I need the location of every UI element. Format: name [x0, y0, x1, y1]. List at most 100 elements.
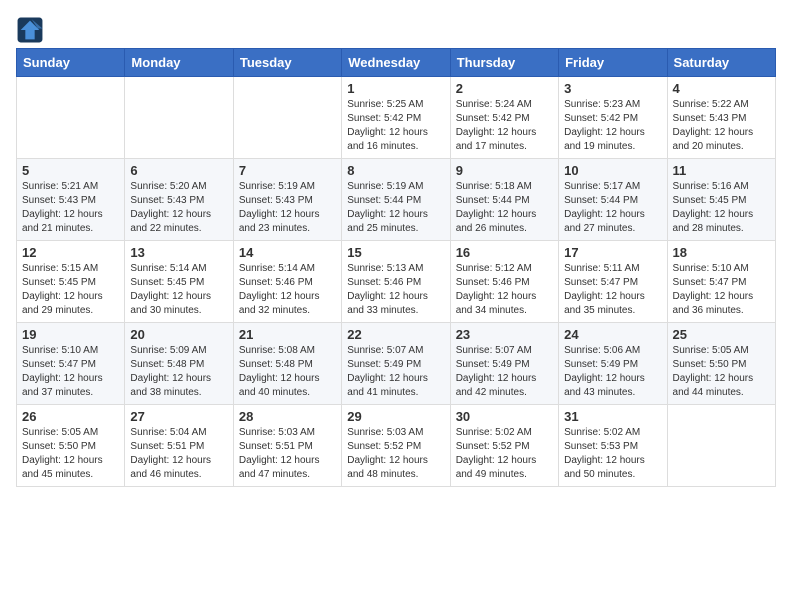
calendar-cell: 31 Sunrise: 5:02 AM Sunset: 5:53 PM Dayli… — [559, 405, 667, 487]
day-number: 29 — [347, 409, 444, 424]
day-info: Sunrise: 5:02 AM Sunset: 5:52 PM Dayligh… — [456, 426, 553, 482]
calendar-cell — [233, 77, 341, 159]
calendar-cell: 30Sunrise: 5:02 AM Sunset: 5:52 PM Dayli… — [450, 405, 558, 487]
day-info: Sunrise: 5:05 AM Sunset: 5:50 PM Dayligh… — [673, 344, 770, 400]
weekday-header-friday: Friday — [559, 49, 667, 77]
calendar-cell: 4 Sunrise: 5:22 AM Sunset: 5:43 PM Daylig… — [667, 77, 775, 159]
calendar-body: 1 Sunrise: 5:25 AM Sunset: 5:42 PM Daylig… — [17, 77, 776, 487]
calendar-cell: 25 Sunrise: 5:05 AM Sunset: 5:50 PM Dayli… — [667, 323, 775, 405]
day-number: 25 — [673, 327, 770, 342]
weekday-row: SundayMondayTuesdayWednesdayThursdayFrid… — [17, 49, 776, 77]
calendar-cell — [17, 77, 125, 159]
calendar-table: SundayMondayTuesdayWednesdayThursdayFrid… — [16, 48, 776, 487]
day-info: Sunrise: 5:06 AM Sunset: 5:49 PM Dayligh… — [564, 344, 661, 400]
calendar-cell: 26 Sunrise: 5:05 AM Sunset: 5:50 PM Dayli… — [17, 405, 125, 487]
day-info: Sunrise: 5:13 AM Sunset: 5:46 PM Dayligh… — [347, 262, 444, 318]
day-info: Sunrise: 5:19 AM Sunset: 5:43 PM Dayligh… — [239, 180, 336, 236]
calendar-cell: 19 Sunrise: 5:10 AM Sunset: 5:47 PM Dayli… — [17, 323, 125, 405]
day-number: 5 — [22, 163, 119, 178]
calendar-cell: 9 Sunrise: 5:18 AM Sunset: 5:44 PM Daylig… — [450, 159, 558, 241]
day-number: 11 — [673, 163, 770, 178]
day-number: 4 — [673, 81, 770, 96]
calendar-cell: 17 Sunrise: 5:11 AM Sunset: 5:47 PM Dayli… — [559, 241, 667, 323]
day-info: Sunrise: 5:23 AM Sunset: 5:42 PM Dayligh… — [564, 98, 661, 154]
day-number: 26 — [22, 409, 119, 424]
day-number: 16 — [456, 245, 553, 260]
calendar-cell: 3 Sunrise: 5:23 AM Sunset: 5:42 PM Daylig… — [559, 77, 667, 159]
day-number: 31 — [564, 409, 661, 424]
calendar-cell: 8Sunrise: 5:19 AM Sunset: 5:44 PM Daylig… — [342, 159, 450, 241]
calendar-cell: 10Sunrise: 5:17 AM Sunset: 5:44 PM Dayli… — [559, 159, 667, 241]
day-info: Sunrise: 5:22 AM Sunset: 5:43 PM Dayligh… — [673, 98, 770, 154]
calendar-week-row: 5 Sunrise: 5:21 AM Sunset: 5:43 PM Daylig… — [17, 159, 776, 241]
calendar-header: SundayMondayTuesdayWednesdayThursdayFrid… — [17, 49, 776, 77]
day-number: 1 — [347, 81, 444, 96]
day-number: 6 — [130, 163, 227, 178]
generalblue-logo-icon — [16, 16, 44, 44]
day-info: Sunrise: 5:04 AM Sunset: 5:51 PM Dayligh… — [130, 426, 227, 482]
calendar-cell: 22 Sunrise: 5:07 AM Sunset: 5:49 PM Dayli… — [342, 323, 450, 405]
day-number: 18 — [673, 245, 770, 260]
day-info: Sunrise: 5:25 AM Sunset: 5:42 PM Dayligh… — [347, 98, 444, 154]
calendar-cell: 11Sunrise: 5:16 AM Sunset: 5:45 PM Dayli… — [667, 159, 775, 241]
day-number: 27 — [130, 409, 227, 424]
day-info: Sunrise: 5:14 AM Sunset: 5:45 PM Dayligh… — [130, 262, 227, 318]
day-info: Sunrise: 5:14 AM Sunset: 5:46 PM Dayligh… — [239, 262, 336, 318]
day-number: 7 — [239, 163, 336, 178]
day-number: 23 — [456, 327, 553, 342]
day-info: Sunrise: 5:07 AM Sunset: 5:49 PM Dayligh… — [347, 344, 444, 400]
day-info: Sunrise: 5:18 AM Sunset: 5:44 PM Dayligh… — [456, 180, 553, 236]
day-number: 22 — [347, 327, 444, 342]
calendar-cell: 20Sunrise: 5:09 AM Sunset: 5:48 PM Dayli… — [125, 323, 233, 405]
weekday-header-tuesday: Tuesday — [233, 49, 341, 77]
day-info: Sunrise: 5:12 AM Sunset: 5:46 PM Dayligh… — [456, 262, 553, 318]
day-info: Sunrise: 5:08 AM Sunset: 5:48 PM Dayligh… — [239, 344, 336, 400]
calendar-cell: 2 Sunrise: 5:24 AM Sunset: 5:42 PM Daylig… — [450, 77, 558, 159]
calendar-cell: 18 Sunrise: 5:10 AM Sunset: 5:47 PM Dayli… — [667, 241, 775, 323]
calendar-cell: 14 Sunrise: 5:14 AM Sunset: 5:46 PM Dayli… — [233, 241, 341, 323]
day-info: Sunrise: 5:24 AM Sunset: 5:42 PM Dayligh… — [456, 98, 553, 154]
weekday-header-monday: Monday — [125, 49, 233, 77]
day-number: 9 — [456, 163, 553, 178]
day-info: Sunrise: 5:11 AM Sunset: 5:47 PM Dayligh… — [564, 262, 661, 318]
day-number: 24 — [564, 327, 661, 342]
page-container: SundayMondayTuesdayWednesdayThursdayFrid… — [16, 16, 776, 487]
day-number: 19 — [22, 327, 119, 342]
day-info: Sunrise: 5:15 AM Sunset: 5:45 PM Dayligh… — [22, 262, 119, 318]
calendar-cell — [125, 77, 233, 159]
day-info: Sunrise: 5:05 AM Sunset: 5:50 PM Dayligh… — [22, 426, 119, 482]
day-number: 3 — [564, 81, 661, 96]
calendar-week-row: 26 Sunrise: 5:05 AM Sunset: 5:50 PM Dayli… — [17, 405, 776, 487]
header — [16, 16, 776, 44]
calendar-cell: 12 Sunrise: 5:15 AM Sunset: 5:45 PM Dayli… — [17, 241, 125, 323]
day-number: 28 — [239, 409, 336, 424]
weekday-header-thursday: Thursday — [450, 49, 558, 77]
day-number: 21 — [239, 327, 336, 342]
weekday-header-wednesday: Wednesday — [342, 49, 450, 77]
calendar-cell — [667, 405, 775, 487]
day-number: 12 — [22, 245, 119, 260]
day-info: Sunrise: 5:10 AM Sunset: 5:47 PM Dayligh… — [673, 262, 770, 318]
calendar-cell: 6 Sunrise: 5:20 AM Sunset: 5:43 PM Daylig… — [125, 159, 233, 241]
calendar-week-row: 19 Sunrise: 5:10 AM Sunset: 5:47 PM Dayli… — [17, 323, 776, 405]
day-info: Sunrise: 5:20 AM Sunset: 5:43 PM Dayligh… — [130, 180, 227, 236]
day-number: 2 — [456, 81, 553, 96]
day-info: Sunrise: 5:10 AM Sunset: 5:47 PM Dayligh… — [22, 344, 119, 400]
day-number: 13 — [130, 245, 227, 260]
calendar-cell: 13 Sunrise: 5:14 AM Sunset: 5:45 PM Dayli… — [125, 241, 233, 323]
day-info: Sunrise: 5:21 AM Sunset: 5:43 PM Dayligh… — [22, 180, 119, 236]
calendar-cell: 16 Sunrise: 5:12 AM Sunset: 5:46 PM Dayli… — [450, 241, 558, 323]
day-info: Sunrise: 5:09 AM Sunset: 5:48 PM Dayligh… — [130, 344, 227, 400]
calendar-cell: 15 Sunrise: 5:13 AM Sunset: 5:46 PM Dayli… — [342, 241, 450, 323]
calendar-week-row: 1 Sunrise: 5:25 AM Sunset: 5:42 PM Daylig… — [17, 77, 776, 159]
day-info: Sunrise: 5:17 AM Sunset: 5:44 PM Dayligh… — [564, 180, 661, 236]
day-info: Sunrise: 5:02 AM Sunset: 5:53 PM Dayligh… — [564, 426, 661, 482]
day-number: 15 — [347, 245, 444, 260]
day-number: 17 — [564, 245, 661, 260]
day-number: 14 — [239, 245, 336, 260]
calendar-week-row: 12 Sunrise: 5:15 AM Sunset: 5:45 PM Dayli… — [17, 241, 776, 323]
weekday-header-sunday: Sunday — [17, 49, 125, 77]
calendar-cell: 1 Sunrise: 5:25 AM Sunset: 5:42 PM Daylig… — [342, 77, 450, 159]
day-info: Sunrise: 5:07 AM Sunset: 5:49 PM Dayligh… — [456, 344, 553, 400]
calendar-cell: 24 Sunrise: 5:06 AM Sunset: 5:49 PM Dayli… — [559, 323, 667, 405]
